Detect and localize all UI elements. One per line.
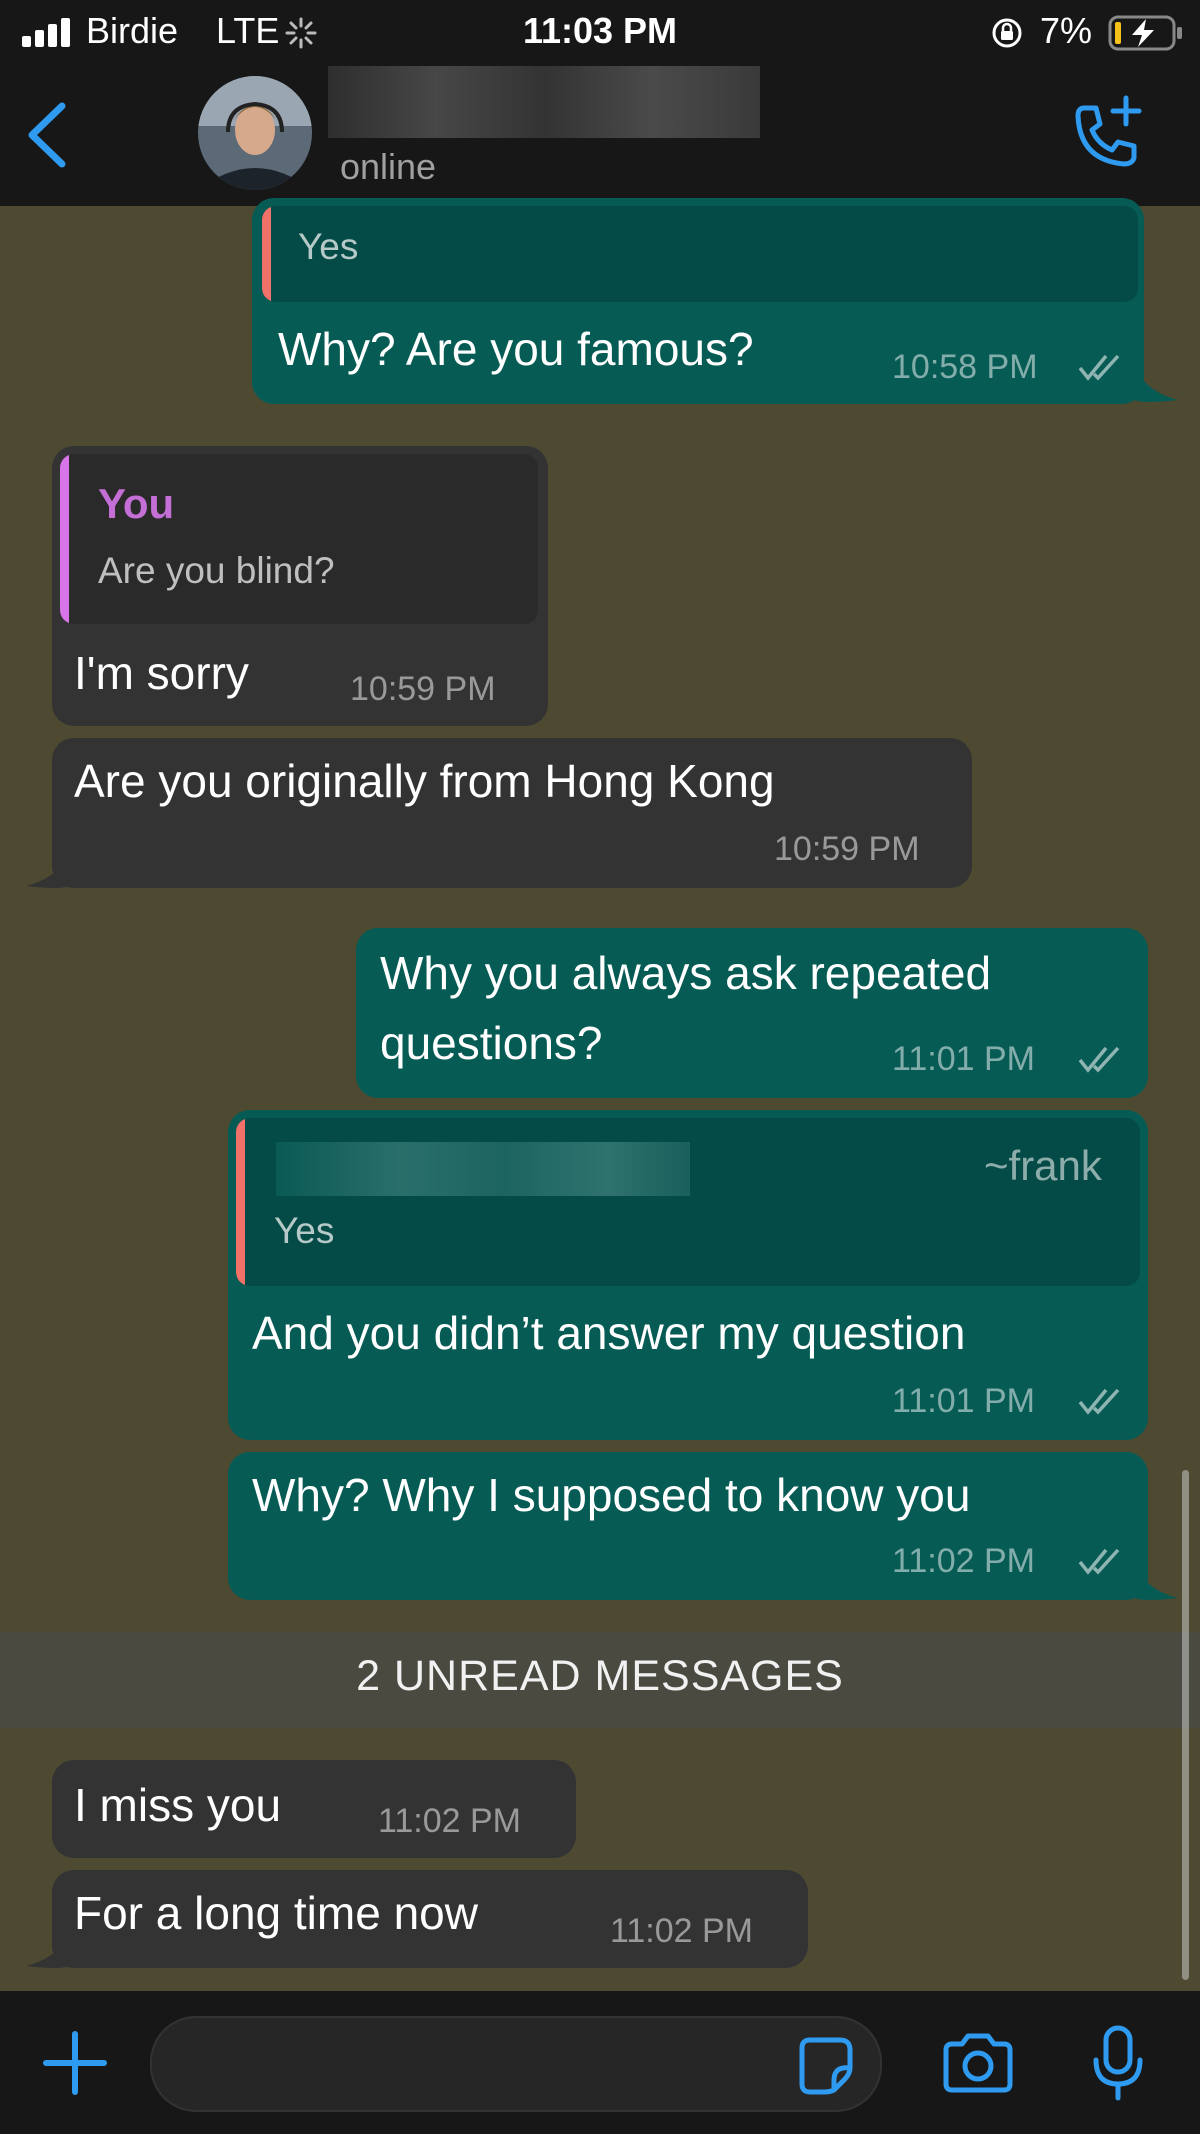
rotation-lock-icon xyxy=(990,16,1024,50)
unread-label: 2 UNREAD MESSAGES xyxy=(356,1652,844,1700)
read-ticks-icon xyxy=(1078,1548,1120,1575)
quote-text: Yes xyxy=(274,1210,335,1251)
scrollbar[interactable] xyxy=(1182,1470,1189,1980)
quote-author-redacted xyxy=(276,1142,690,1196)
quote-bar xyxy=(60,454,69,624)
chat-header: online xyxy=(0,66,1200,207)
sticker-icon[interactable] xyxy=(794,2034,856,2096)
battery-percent: 7% xyxy=(1040,10,1093,51)
message-text: I miss you xyxy=(74,1779,282,1831)
quote-author-tag: ~frank xyxy=(984,1142,1102,1189)
camera-icon[interactable] xyxy=(940,2030,1016,2096)
message-time: 10:59 PM xyxy=(350,670,496,708)
message-time: 10:58 PM xyxy=(892,348,1038,386)
message-text: And you didn’t answer my question xyxy=(252,1307,966,1359)
bubble-tail xyxy=(24,1926,70,1970)
back-chevron-icon[interactable] xyxy=(24,100,70,170)
contact-name-redacted[interactable] xyxy=(328,66,760,138)
message-input[interactable] xyxy=(150,2016,882,2112)
status-bar: Birdie LTE 11:03 PM 7% xyxy=(0,0,1200,66)
quoted-reply[interactable] xyxy=(262,206,1138,302)
quote-bar xyxy=(262,206,271,302)
message-time: 11:02 PM xyxy=(892,1542,1036,1580)
read-ticks-icon xyxy=(1078,1046,1120,1073)
message-time: 11:02 PM xyxy=(610,1912,754,1950)
message-time: 10:59 PM xyxy=(774,830,920,868)
message-text: For a long time now xyxy=(74,1887,478,1939)
message-text: I'm sorry xyxy=(74,647,249,699)
bubble-tail xyxy=(1134,360,1180,404)
quote-author: You xyxy=(98,480,175,527)
message-time: 11:01 PM xyxy=(892,1382,1036,1420)
plus-icon[interactable] xyxy=(42,2030,108,2096)
add-call-icon[interactable] xyxy=(1064,94,1148,178)
microphone-icon[interactable] xyxy=(1090,2024,1146,2104)
quote-text: Yes xyxy=(298,226,359,267)
quote-text: Are you blind? xyxy=(98,550,335,591)
message-text: Why? Why I supposed to know you xyxy=(252,1469,971,1521)
read-ticks-icon xyxy=(1078,354,1120,381)
bubble-tail xyxy=(24,846,70,890)
message-text: Why? Are you famous? xyxy=(278,323,754,375)
battery-charging-icon xyxy=(1108,14,1184,52)
contact-status: online xyxy=(340,146,437,187)
message-text: Are you originally from Hong Kong xyxy=(74,755,775,807)
avatar[interactable] xyxy=(198,76,312,190)
bubble-tail xyxy=(1134,1558,1180,1602)
message-time: 11:01 PM xyxy=(892,1040,1036,1078)
quote-bar xyxy=(236,1118,245,1286)
read-ticks-icon xyxy=(1078,1388,1120,1415)
message-text: Why you always ask repeated xyxy=(380,947,992,999)
message-text: questions? xyxy=(380,1017,603,1069)
message-time: 11:02 PM xyxy=(378,1802,522,1840)
